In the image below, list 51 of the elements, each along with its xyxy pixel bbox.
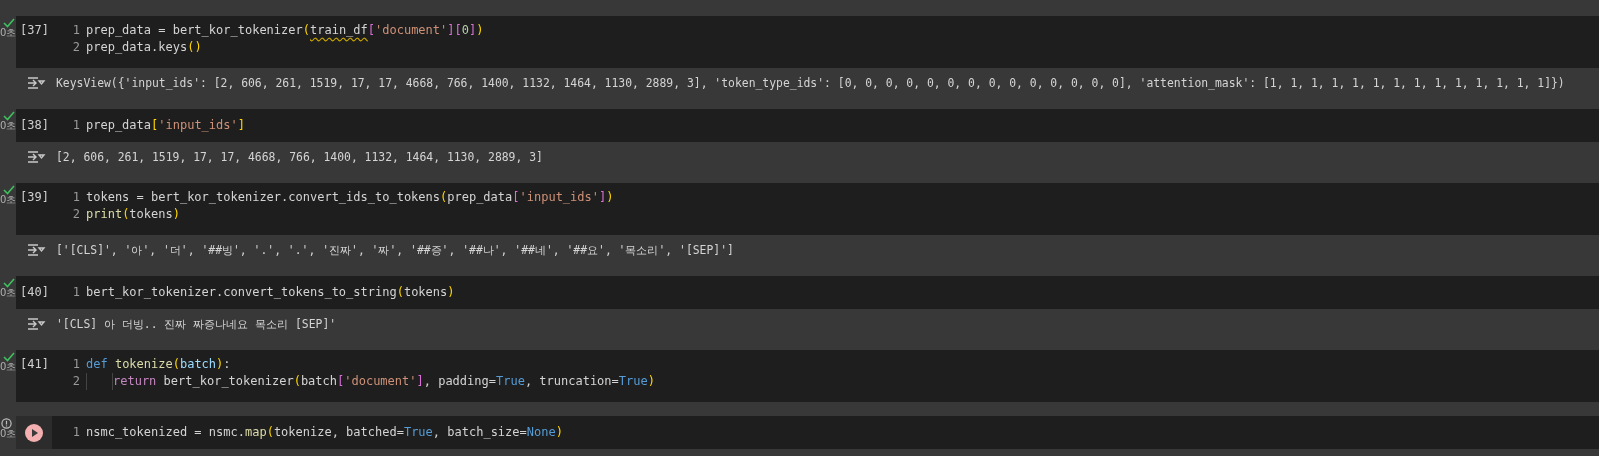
code-line: prep_data.keys() bbox=[86, 39, 202, 56]
execution-time: 0초 bbox=[0, 121, 17, 131]
code-line: bert_kor_tokenizer.convert_tokens_to_string(tokens) bbox=[86, 284, 455, 301]
line-number: 1 bbox=[71, 284, 81, 301]
execution-time: 0초 bbox=[0, 28, 17, 38]
output-text: KeysView({'input_ids': [2, 606, 261, 1519, 17, 17, 4668, 766, 1400, 1132, 1464, 1130, 2889, 3], 'token_type_ids': [0, 0, 0, 0, 0, 0, 0, 0, 0, 0, 0, 0, 0, 0], 'attention_mask': [1, 1, 1, 1, 1, 1, 1, 1, 1, 1, 1, 1, 1, 1]}) bbox=[56, 75, 1565, 91]
run-button[interactable] bbox=[16, 416, 52, 449]
output-toggle-icon[interactable] bbox=[26, 317, 46, 331]
execution-count: [41] bbox=[19, 356, 50, 373]
check-icon bbox=[3, 18, 15, 28]
check-icon bbox=[3, 278, 15, 288]
code-line: def tokenize(batch): bbox=[86, 356, 231, 373]
output-toggle-icon[interactable] bbox=[26, 76, 46, 90]
execution-count: [37] bbox=[19, 22, 50, 39]
output-text: ['[CLS]', '아', '더', '##빙', '.', '.', '진짜', '짜', '##증', '##나', '##네', '##요', '목소리', '[SEP]'] bbox=[56, 242, 734, 258]
error-icon bbox=[1, 418, 12, 429]
code-line: prep_data['input_ids'] bbox=[86, 117, 245, 134]
play-icon bbox=[25, 423, 43, 442]
output-toggle-icon[interactable] bbox=[26, 243, 46, 257]
execution-count: [38] bbox=[19, 117, 50, 134]
line-number: 2 bbox=[71, 206, 81, 223]
execution-time: 0초 bbox=[0, 195, 17, 205]
code-cell[interactable]: [39] 1 tokens = bert_kor_tokenizer.convert_ids_to_tokens(prep_data['input_ids']) 2 print(tokens) bbox=[16, 183, 1599, 235]
line-number: 2 bbox=[71, 39, 81, 56]
output-text: [2, 606, 261, 1519, 17, 17, 4668, 766, 1400, 1132, 1464, 1130, 2889, 3] bbox=[56, 149, 543, 165]
code-line: prep_data = bert_kor_tokenizer(train_df['document'][0]) bbox=[86, 22, 484, 39]
execution-time: 0초 bbox=[0, 429, 17, 439]
output-toggle-icon[interactable] bbox=[26, 150, 46, 164]
line-number: 1 bbox=[71, 424, 81, 441]
code-cell[interactable]: [40] 1 bert_kor_tokenizer.convert_tokens_to_string(tokens) bbox=[16, 276, 1599, 309]
code-cell[interactable]: [41] 1 def tokenize(batch): 2 return bert_kor_tokenizer(batch['document'], padding=True, truncation=True) bbox=[16, 350, 1599, 402]
code-cell[interactable]: 1 nsmc_tokenized = nsmc.map(tokenize, batched=True, batch_size=None) bbox=[16, 416, 1599, 449]
output-text: '[CLS] 아 더빙.. 진짜 짜증나네요 목소리 [SEP]' bbox=[56, 316, 337, 332]
execution-count: [39] bbox=[19, 189, 50, 206]
check-icon bbox=[3, 185, 15, 195]
line-number: 1 bbox=[71, 189, 81, 206]
code-line: nsmc_tokenized = nsmc.map(tokenize, batched=True, batch_size=None) bbox=[86, 424, 563, 441]
execution-count: [40] bbox=[19, 284, 50, 301]
code-line: return bert_kor_tokenizer(batch['document'], padding=True, truncation=True) bbox=[86, 373, 655, 390]
line-number: 1 bbox=[71, 356, 81, 373]
code-cell[interactable]: [37] 1 prep_data = bert_kor_tokenizer(train_df['document'][0]) 2 prep_data.keys() bbox=[16, 16, 1599, 68]
line-number: 1 bbox=[71, 22, 81, 39]
execution-time: 0초 bbox=[0, 362, 17, 372]
code-line: print(tokens) bbox=[86, 206, 180, 223]
check-icon bbox=[3, 111, 15, 121]
execution-time: 0초 bbox=[0, 288, 17, 298]
code-line: tokens = bert_kor_tokenizer.convert_ids_to_tokens(prep_data['input_ids']) bbox=[86, 189, 614, 206]
check-icon bbox=[3, 352, 15, 362]
code-cell[interactable]: [38] 1 prep_data['input_ids'] bbox=[16, 109, 1599, 142]
line-number: 1 bbox=[71, 117, 81, 134]
line-number: 2 bbox=[71, 373, 81, 390]
